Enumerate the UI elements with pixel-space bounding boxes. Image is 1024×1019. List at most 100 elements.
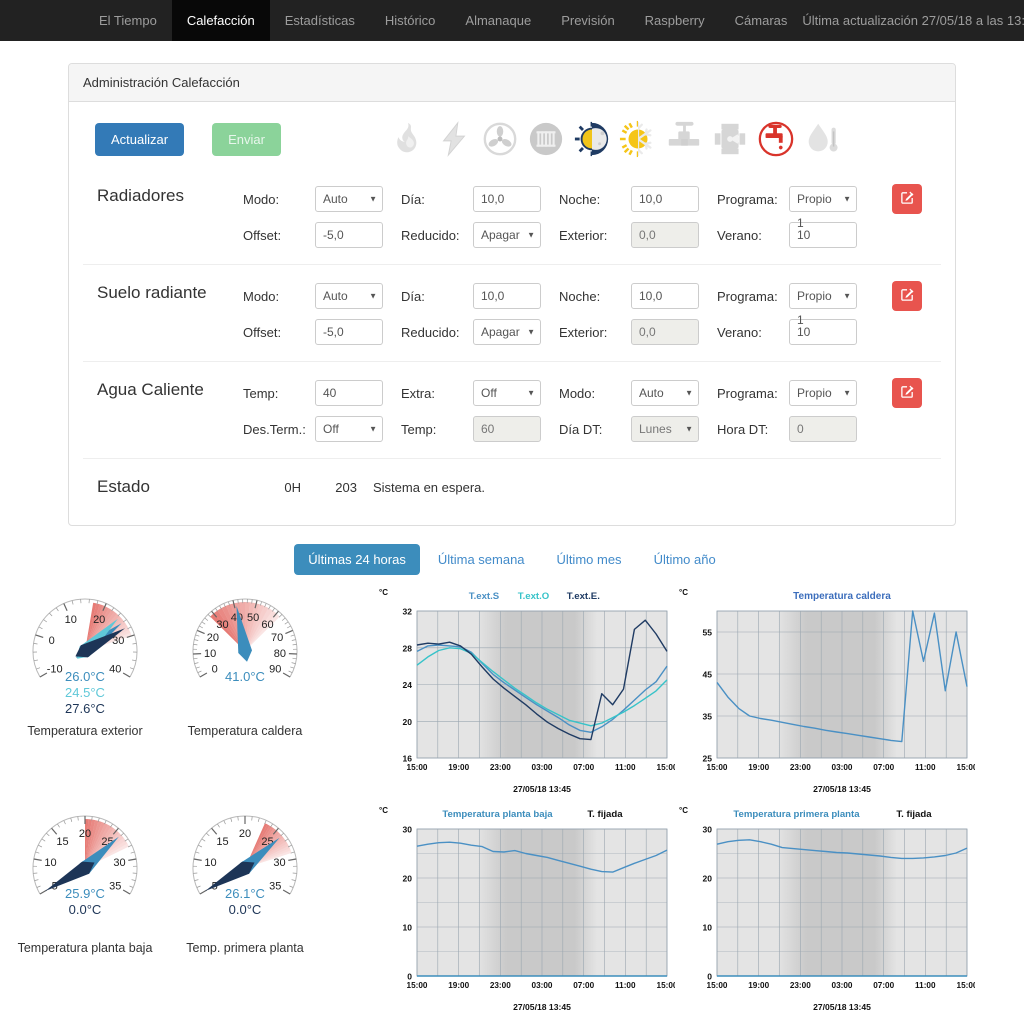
- input-d-a-[interactable]: 10,0: [473, 283, 541, 309]
- select-wrapper: Propio 1▼: [789, 186, 857, 212]
- edit-zone-button[interactable]: [892, 378, 922, 408]
- svg-text:32: 32: [403, 607, 413, 617]
- field-group: Temp:60: [401, 416, 559, 442]
- svg-text:0: 0: [212, 664, 218, 676]
- last-update-text: Última actualización 27/05/18 a las 13:5…: [802, 0, 1024, 41]
- summer-winter-icon: [619, 120, 657, 158]
- select-extra-[interactable]: Off: [473, 380, 541, 406]
- input-hora-dt-: 0: [789, 416, 857, 442]
- select-wrapper: Auto▼: [315, 283, 383, 309]
- svg-text:15: 15: [56, 836, 68, 848]
- edit-zone-button[interactable]: [892, 184, 922, 214]
- select-programa-[interactable]: Propio 1: [789, 283, 857, 309]
- field-label: Reducido:: [401, 325, 473, 340]
- nav-item-el-tiempo[interactable]: El Tiempo: [84, 0, 172, 41]
- svg-text:50: 50: [247, 612, 259, 624]
- select-modo-[interactable]: Auto: [631, 380, 699, 406]
- field-group: Programa:Propio 1▼: [717, 186, 892, 212]
- svg-text:45: 45: [703, 670, 713, 680]
- nav-item-c-maras[interactable]: Cámaras: [720, 0, 803, 41]
- input-noche-[interactable]: 10,0: [631, 186, 699, 212]
- svg-text:03:00: 03:00: [532, 981, 553, 990]
- panel-toolbar: Actualizar Enviar: [83, 120, 941, 168]
- nav-item-estad-sticas[interactable]: Estadísticas: [270, 0, 370, 41]
- svg-text:16: 16: [403, 754, 413, 764]
- field-label: Des.Term.:: [243, 422, 315, 437]
- svg-text:0.0°C: 0.0°C: [229, 902, 262, 917]
- svg-text:27/05/18 13:45: 27/05/18 13:45: [813, 1002, 871, 1012]
- tab--ltimo-a-o[interactable]: Último año: [640, 544, 730, 575]
- heating-admin-panel: Administración Calefacción Actualizar En…: [68, 63, 956, 526]
- zone-agua-caliente: Agua CalienteTemp:40Extra:Off▼Modo:Auto▼…: [83, 361, 941, 458]
- svg-text:20: 20: [403, 874, 413, 884]
- field-group: Offset:-5,0: [243, 319, 401, 345]
- select-wrapper: Propio 1▼: [789, 283, 857, 309]
- nav-item-calefacci-n[interactable]: Calefacción: [172, 0, 270, 41]
- input-exterior-: 0,0: [631, 319, 699, 345]
- input-noche-[interactable]: 10,0: [631, 283, 699, 309]
- edit-icon: [900, 287, 915, 305]
- field-group: Día DT:Lunes▼: [559, 416, 717, 442]
- input-d-a-[interactable]: 10,0: [473, 186, 541, 212]
- field-label: Exterior:: [559, 228, 631, 243]
- nav-item-almanaque[interactable]: Almanaque: [450, 0, 546, 41]
- tab--ltimo-mes[interactable]: Último mes: [543, 544, 636, 575]
- field-label: Día DT:: [559, 422, 631, 437]
- input-offset-[interactable]: -5,0: [315, 319, 383, 345]
- select-wrapper: Apagar▼: [473, 319, 541, 345]
- tab--ltima-semana[interactable]: Última semana: [424, 544, 539, 575]
- field-group: Modo:Auto▼: [243, 186, 401, 212]
- zone-fields: Temp:40Extra:Off▼Modo:Auto▼Programa:Prop…: [243, 378, 941, 450]
- gauge-temperatura-planta-baja: 510152025303525.9°C0.0°CTemperatura plan…: [10, 800, 160, 955]
- select-modo-[interactable]: Auto: [315, 283, 383, 309]
- svg-text:15:00: 15:00: [407, 763, 428, 772]
- select-programa-[interactable]: Propio 1: [789, 186, 857, 212]
- field-label: Temp:: [401, 422, 473, 437]
- svg-text:Temperatura primera planta: Temperatura primera planta: [733, 809, 860, 820]
- refresh-button[interactable]: Actualizar: [95, 123, 184, 156]
- field-group: Hora DT:0: [717, 416, 892, 442]
- field-group: Verano:10: [717, 319, 892, 345]
- select-programa-[interactable]: Propio: [789, 380, 857, 406]
- select-reducido-[interactable]: Apagar: [473, 319, 541, 345]
- field-group: Extra:Off▼: [401, 380, 559, 406]
- select-wrapper: Lunes▼: [631, 416, 699, 442]
- svg-text:°C: °C: [679, 588, 688, 597]
- flame-icon: [389, 120, 427, 158]
- estado-hours: 0H: [243, 480, 301, 495]
- svg-text:07:00: 07:00: [573, 763, 594, 772]
- field-row: Offset:-5,0Reducido:Apagar▼Exterior:0,0V…: [243, 222, 941, 248]
- nav-item-hist-rico[interactable]: Histórico: [370, 0, 451, 41]
- panel-body: Actualizar Enviar RadiadoresModo:Auto▼Dí…: [69, 102, 955, 525]
- svg-text:Temperatura caldera: Temperatura caldera: [793, 591, 891, 602]
- svg-text:03:00: 03:00: [832, 981, 853, 990]
- zone-title: Suelo radiante: [83, 281, 243, 303]
- svg-text:26.0°C: 26.0°C: [65, 669, 105, 684]
- edit-zone-button[interactable]: [892, 281, 922, 311]
- field-label: Programa:: [717, 386, 789, 401]
- field-label: Verano:: [717, 228, 789, 243]
- svg-text:T.ext.E.: T.ext.E.: [567, 591, 600, 602]
- send-button[interactable]: Enviar: [212, 123, 281, 156]
- svg-text:10: 10: [44, 857, 56, 869]
- field-label: Hora DT:: [717, 422, 789, 437]
- select-reducido-[interactable]: Apagar: [473, 222, 541, 248]
- svg-text:15:00: 15:00: [957, 763, 975, 772]
- select-d-a-dt-[interactable]: Lunes: [631, 416, 699, 442]
- field-label: Día:: [401, 289, 473, 304]
- svg-text:27.6°C: 27.6°C: [65, 701, 105, 716]
- select-modo-[interactable]: Auto: [315, 186, 383, 212]
- input-offset-[interactable]: -5,0: [315, 222, 383, 248]
- nav-item-previsi-n[interactable]: Previsión: [546, 0, 629, 41]
- svg-text:19:00: 19:00: [448, 981, 469, 990]
- svg-text:T. fijada: T. fijada: [587, 809, 623, 820]
- input-temp-[interactable]: 40: [315, 380, 383, 406]
- select-des-term-[interactable]: Off: [315, 416, 383, 442]
- svg-text:30: 30: [113, 857, 125, 869]
- gauge-dial: 510152025303526.1°C0.0°C: [170, 800, 320, 943]
- tab--ltimas-24-horas[interactable]: Últimas 24 horas: [294, 544, 420, 575]
- faucet-icon: [757, 120, 795, 158]
- gauge-dial: 010203040506070809041.0°C: [170, 583, 320, 726]
- input-temp-: 60: [473, 416, 541, 442]
- nav-item-raspberry[interactable]: Raspberry: [630, 0, 720, 41]
